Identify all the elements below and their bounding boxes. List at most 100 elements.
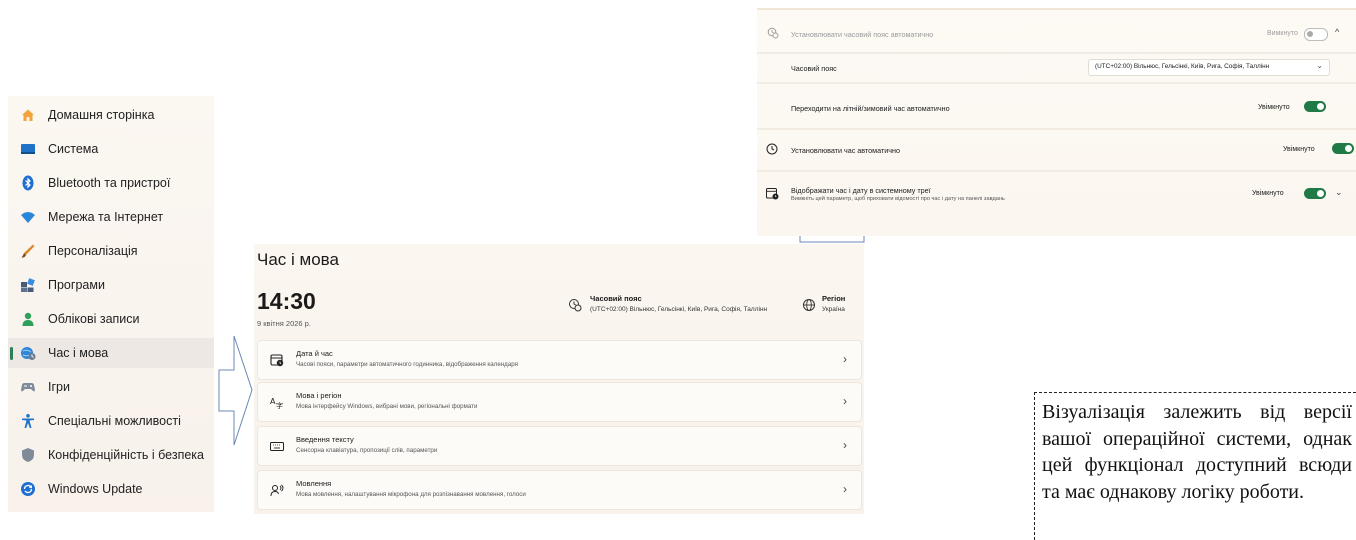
timezone-icon <box>568 298 582 317</box>
auto-timezone-toggle[interactable] <box>1304 28 1328 41</box>
sidebar-item-label: Домашня сторінка <box>48 108 155 122</box>
chevron-down-icon[interactable]: ⌄ <box>1335 187 1343 198</box>
shield-icon <box>20 447 36 463</box>
accessibility-icon <box>20 413 36 429</box>
region-summary-label: Регіон <box>822 294 846 303</box>
timezone-dropdown[interactable]: (UTC+02:00) Вільнюс, Гельсінкі, Київ, Ри… <box>1088 59 1330 76</box>
sidebar-item-accessibility[interactable]: Спеціальні можливості <box>8 406 214 436</box>
sidebar-item-label: Система <box>48 142 99 156</box>
tray-row: Відображати час і дату в системному треї… <box>757 172 1356 218</box>
tray-state: Увімкнуто <box>1252 190 1284 197</box>
timezone-row: Часовий пояс (UTC+02:00) Вільнюс, Гельсі… <box>757 54 1356 84</box>
home-icon <box>20 107 36 123</box>
note-text: Візуалізація залежить від версії вашої о… <box>1042 401 1352 503</box>
svg-text:字: 字 <box>276 401 283 409</box>
wifi-icon <box>20 209 36 225</box>
card-subtitle: Часові пояси, параметри автоматичного го… <box>296 361 518 368</box>
timezone-summary-value: (UTC+02:00) Вільнюс, Гельсінкі, Київ, Ри… <box>590 306 768 313</box>
card-title: Мова і регіон <box>296 391 342 400</box>
apps-icon <box>20 277 36 293</box>
bluetooth-icon <box>20 175 36 191</box>
gamepad-icon <box>20 379 36 395</box>
auto-time-row: Установлювати час автоматично Увімкнуто <box>757 130 1356 172</box>
tray-label: Відображати час і дату в системному треї <box>791 186 931 195</box>
auto-timezone-label: Установлювати часовий пояс автоматично <box>791 30 934 39</box>
card-title: Дата й час <box>296 349 333 358</box>
page-title: Час і мова <box>257 250 339 269</box>
sidebar-item-label: Персоналізація <box>48 244 138 258</box>
dst-row: Переходити на літній/зимовий час автомат… <box>757 84 1356 130</box>
chevron-right-icon: › <box>843 482 847 496</box>
current-date: 9 квітня 2026 р. <box>257 319 311 328</box>
card-subtitle: Мова інтерфейсу Windows, вибрані мови, р… <box>296 403 478 410</box>
tray-subtitle: Вимкніть цей параметр, щоб приховати від… <box>791 196 1005 202</box>
keyboard-icon <box>270 439 284 453</box>
speech-icon <box>270 483 284 497</box>
selection-indicator <box>10 347 13 360</box>
timezone-dropdown-value: (UTC+02:00) Вільнюс, Гельсінкі, Київ, Ри… <box>1095 63 1270 70</box>
card-subtitle: Мова мовлення, налаштування мікрофона дл… <box>296 491 526 498</box>
account-icon <box>20 311 36 327</box>
time-language-page: Час і мова 14:30 9 квітня 2026 р. Часови… <box>254 244 864 514</box>
card-title: Введення тексту <box>296 435 354 444</box>
sidebar-item-windows-update[interactable]: Windows Update <box>8 474 214 504</box>
sidebar-item-label: Програми <box>48 278 105 292</box>
sidebar-item-label: Спеціальні можливості <box>48 414 181 428</box>
sidebar-item-label: Windows Update <box>48 482 143 496</box>
monitor-icon <box>20 141 36 157</box>
globe-icon <box>802 298 816 317</box>
region-summary-value: Україна <box>822 306 845 313</box>
dst-state: Увімкнуто <box>1258 104 1290 111</box>
dst-toggle[interactable] <box>1304 101 1326 112</box>
language-icon: A字 <box>270 395 284 410</box>
globe-clock-icon <box>20 345 36 361</box>
card-date-time[interactable]: Дата й час Часові пояси, параметри автом… <box>257 340 862 380</box>
clock-icon <box>766 142 778 160</box>
sidebar-item-network[interactable]: Мережа та Інтернет <box>8 202 214 232</box>
auto-timezone-state: Вимкнуто <box>1267 30 1298 37</box>
sidebar-item-home[interactable]: Домашня сторінка <box>8 100 214 130</box>
sidebar-item-bluetooth[interactable]: Bluetooth та пристрої <box>8 168 214 198</box>
region-summary[interactable]: Регіон Україна <box>802 294 864 324</box>
calendar-clock-icon <box>766 187 779 205</box>
date-time-icon <box>270 353 284 367</box>
update-icon <box>20 481 36 497</box>
chevron-right-icon: › <box>843 352 847 366</box>
sidebar-item-label: Час і мова <box>48 346 109 360</box>
auto-time-state: Увімкнуто <box>1283 146 1315 153</box>
card-title: Мовлення <box>296 479 332 488</box>
date-time-settings-panel: Установлювати часовий пояс автоматично В… <box>757 8 1356 236</box>
chevron-down-icon: ⌄ <box>1316 61 1323 70</box>
dst-label: Переходити на літній/зимовий час автомат… <box>791 104 950 113</box>
sidebar-item-time-language[interactable]: Час і мова <box>8 338 214 368</box>
sidebar-item-label: Bluetooth та пристрої <box>48 176 171 190</box>
card-subtitle: Сенсорна клавіатура, пропозиції слів, па… <box>296 447 438 454</box>
card-language-region[interactable]: A字 Мова і регіон Мова інтерфейсу Windows… <box>257 382 862 422</box>
sidebar-item-accounts[interactable]: Облікові записи <box>8 304 214 334</box>
sidebar-item-privacy[interactable]: Конфіденційність і безпека <box>8 440 214 470</box>
sidebar-item-label: Облікові записи <box>48 312 140 326</box>
sidebar-item-label: Конфіденційність і безпека <box>48 448 204 462</box>
sidebar-item-gaming[interactable]: Ігри <box>8 372 214 402</box>
chevron-right-icon: › <box>843 438 847 452</box>
tray-toggle[interactable] <box>1304 188 1326 199</box>
sidebar-item-label: Ігри <box>48 380 70 394</box>
timezone-summary-label: Часовий пояс <box>590 294 642 303</box>
brush-icon <box>20 243 36 259</box>
timezone-auto-icon <box>767 26 779 44</box>
note-box: Візуалізація залежить від версії вашої о… <box>1034 392 1356 540</box>
settings-sidebar: Домашня сторінка Система Bluetooth та пр… <box>8 96 214 512</box>
right-arrow-graphic <box>218 335 253 446</box>
sidebar-item-apps[interactable]: Програми <box>8 270 214 300</box>
current-time: 14:30 <box>257 288 316 314</box>
card-speech[interactable]: Мовлення Мова мовлення, налаштування мік… <box>257 470 862 510</box>
chevron-right-icon: › <box>843 394 847 408</box>
card-typing[interactable]: Введення тексту Сенсорна клавіатура, про… <box>257 426 862 466</box>
auto-time-label: Установлювати час автоматично <box>791 146 900 155</box>
sidebar-item-label: Мережа та Інтернет <box>48 210 164 224</box>
auto-time-toggle[interactable] <box>1332 143 1354 154</box>
timezone-label: Часовий пояс <box>791 64 837 73</box>
sidebar-item-system[interactable]: Система <box>8 134 214 164</box>
sidebar-item-personalization[interactable]: Персоналізація <box>8 236 214 266</box>
chevron-up-icon[interactable]: ^ <box>1335 27 1339 37</box>
